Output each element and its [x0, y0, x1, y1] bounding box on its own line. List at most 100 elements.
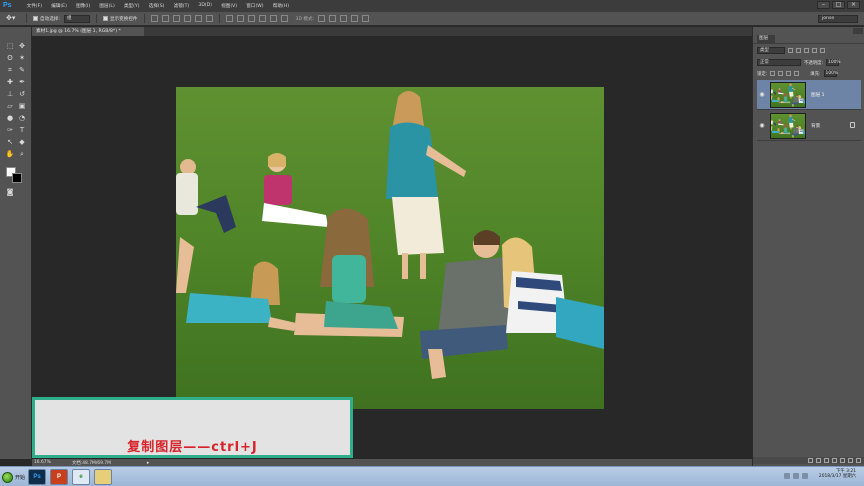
menu-edit[interactable]: 编辑(E): [47, 3, 72, 9]
move-tool-icon[interactable]: ✥: [16, 41, 28, 51]
minimize-button[interactable]: –: [817, 1, 830, 9]
background-color-swatch[interactable]: [12, 173, 22, 183]
3d-rotate-icon[interactable]: [318, 15, 326, 22]
taskbar-browser-icon[interactable]: e: [72, 469, 90, 485]
pen-tool-icon[interactable]: ✑: [4, 125, 16, 135]
gradient-tool-icon[interactable]: ▣: [16, 101, 28, 111]
layer-row-background[interactable]: ◉ 背景: [757, 111, 861, 141]
3d-drag-icon[interactable]: [340, 15, 348, 22]
layer-name[interactable]: 图层 1: [811, 92, 825, 98]
marquee-tool-icon[interactable]: ⬚: [4, 41, 16, 51]
align-right-icon[interactable]: [205, 15, 213, 22]
menu-select[interactable]: 选择(S): [144, 3, 169, 9]
workspace-switcher[interactable]: jonse: [818, 15, 858, 23]
brush-tool-icon[interactable]: ✒: [16, 77, 28, 87]
layer-row-layer1[interactable]: ◉ 图层 1: [757, 80, 861, 110]
new-group-icon[interactable]: [840, 458, 845, 463]
menu-filter[interactable]: 滤镜(T): [169, 3, 194, 9]
document-tab[interactable]: 素材1.jpg @ 16.7% (图层 1, RGB/8*) *: [32, 27, 144, 36]
dodge-tool-icon[interactable]: ◔: [16, 113, 28, 123]
zoom-level[interactable]: 16.67%: [32, 460, 72, 465]
type-tool-icon[interactable]: T: [16, 125, 28, 135]
menu-file[interactable]: 文件(F): [22, 3, 47, 9]
lock-image-icon[interactable]: [778, 71, 784, 76]
auto-select-dropdown[interactable]: 组: [63, 14, 90, 23]
taskbar-folder-icon[interactable]: [94, 469, 112, 485]
blur-tool-icon[interactable]: ●: [4, 113, 16, 123]
filter-shape-icon[interactable]: [812, 48, 817, 53]
align-left-icon[interactable]: [183, 15, 191, 22]
blend-mode-dropdown[interactable]: 正常: [757, 59, 801, 66]
distribute-left-icon[interactable]: [258, 15, 266, 22]
opacity-input[interactable]: 100%: [826, 59, 841, 66]
healing-brush-tool-icon[interactable]: ✚: [4, 77, 16, 87]
close-button[interactable]: ×: [847, 1, 860, 9]
taskbar-photoshop-icon[interactable]: Ps: [28, 469, 46, 485]
show-transform-option[interactable]: 显示变换控件: [102, 16, 138, 22]
align-hcenter-icon[interactable]: [194, 15, 202, 22]
auto-select-option[interactable]: 自动选择:: [33, 16, 60, 22]
eraser-tool-icon[interactable]: ▱: [4, 101, 16, 111]
menu-layer[interactable]: 图层(L): [95, 3, 120, 9]
zoom-tool-icon[interactable]: ⌕: [16, 149, 28, 159]
3d-scale-icon[interactable]: [362, 15, 370, 22]
align-bottom-icon[interactable]: [172, 15, 180, 22]
menu-help[interactable]: 帮助(H): [268, 3, 293, 9]
canvas-image[interactable]: [176, 87, 604, 409]
layers-tab[interactable]: 图层: [757, 35, 775, 43]
lock-all-icon[interactable]: [794, 71, 800, 76]
link-layers-icon[interactable]: [808, 458, 813, 463]
lock-position-icon[interactable]: [786, 71, 792, 76]
new-layer-icon[interactable]: [848, 458, 853, 463]
menu-view[interactable]: 视图(V): [217, 3, 242, 9]
distribute-right-icon[interactable]: [280, 15, 288, 22]
tray-input-icon[interactable]: [802, 473, 808, 479]
start-button[interactable]: 开始: [2, 471, 25, 483]
distribute-bottom-icon[interactable]: [247, 15, 255, 22]
align-top-icon[interactable]: [150, 15, 158, 22]
menu-window[interactable]: 窗口(W): [242, 3, 269, 9]
visibility-eye-icon[interactable]: ◉: [757, 122, 767, 129]
distribute-hcenter-icon[interactable]: [269, 15, 277, 22]
magic-wand-tool-icon[interactable]: ✶: [16, 53, 28, 63]
quick-mask-icon[interactable]: ◙: [4, 187, 16, 197]
distribute-top-icon[interactable]: [225, 15, 233, 22]
align-vcenter-icon[interactable]: [161, 15, 169, 22]
filter-type-icon[interactable]: [804, 48, 809, 53]
adjustment-layer-icon[interactable]: [832, 458, 837, 463]
system-clock[interactable]: 下午 3:21 2018/3/17 星期六: [819, 469, 856, 480]
delete-layer-icon[interactable]: [856, 458, 861, 463]
filter-smart-object-icon[interactable]: [820, 48, 825, 53]
auto-select-checkbox[interactable]: [33, 16, 38, 21]
hand-tool-icon[interactable]: ✋: [4, 149, 16, 159]
menu-type[interactable]: 类型(Y): [119, 3, 144, 9]
status-menu-arrow-icon[interactable]: ▸: [147, 460, 150, 466]
tray-network-icon[interactable]: [784, 473, 790, 479]
layer-style-icon[interactable]: [816, 458, 821, 463]
layer-name[interactable]: 背景: [811, 123, 820, 129]
lasso-tool-icon[interactable]: ʘ: [4, 53, 16, 63]
fill-input[interactable]: 100%: [823, 70, 838, 77]
distribute-vcenter-icon[interactable]: [236, 15, 244, 22]
shape-tool-icon[interactable]: ◆: [16, 137, 28, 147]
layer-filter-kind[interactable]: 类型: [757, 47, 785, 54]
eyedropper-tool-icon[interactable]: ✎: [16, 65, 28, 75]
collapse-panels-icon[interactable]: [853, 28, 863, 34]
visibility-eye-icon[interactable]: ◉: [757, 91, 767, 98]
history-brush-tool-icon[interactable]: ↺: [16, 89, 28, 99]
lock-transparent-icon[interactable]: [770, 71, 776, 76]
layer-mask-icon[interactable]: [824, 458, 829, 463]
menu-3d[interactable]: 3D(D): [194, 3, 217, 9]
filter-adjustment-icon[interactable]: [796, 48, 801, 53]
path-selection-tool-icon[interactable]: ↖: [4, 137, 16, 147]
move-tool-preset-icon[interactable]: ✥▾: [6, 14, 20, 23]
clone-stamp-tool-icon[interactable]: ⊥: [4, 89, 16, 99]
tray-volume-icon[interactable]: [793, 473, 799, 479]
menu-image[interactable]: 图像(I): [71, 3, 94, 9]
show-transform-checkbox[interactable]: [102, 16, 108, 21]
filter-pixel-icon[interactable]: [788, 48, 793, 53]
taskbar-powerpoint-icon[interactable]: P: [50, 469, 68, 485]
maximize-button[interactable]: □: [832, 1, 845, 9]
crop-tool-icon[interactable]: ⌗: [4, 65, 16, 75]
3d-roll-icon[interactable]: [329, 15, 337, 22]
